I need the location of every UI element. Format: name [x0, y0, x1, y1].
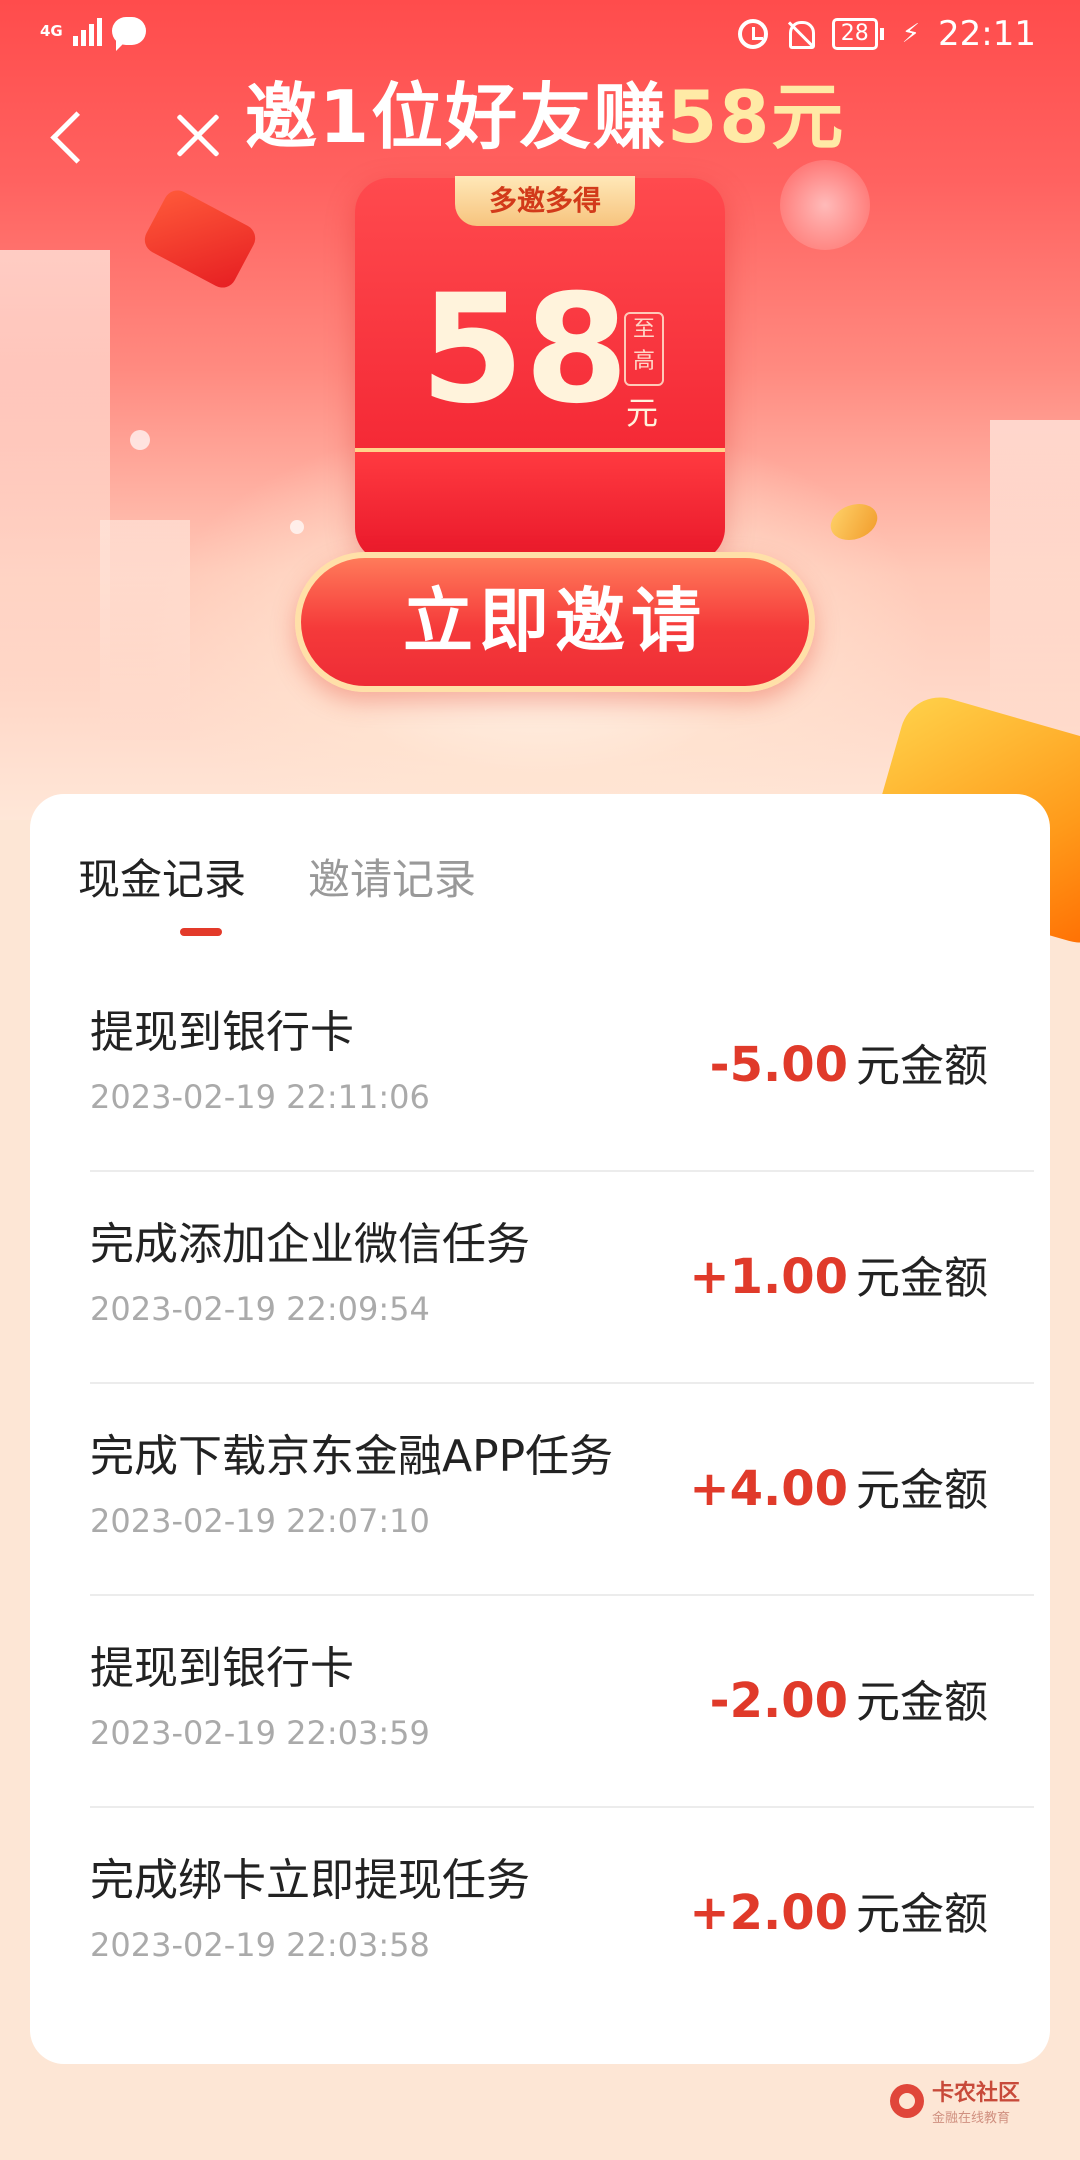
envelope-amount: 58 [420, 263, 629, 437]
record-row: 完成下载京东金融APP任务 2023-02-19 22:07:10 +4.00 元… [90, 1384, 1034, 1596]
network-type: 4G [40, 21, 63, 40]
record-row: 提现到银行卡 2023-02-19 22:03:59 -2.00 元金额 [90, 1596, 1034, 1808]
record-amount: -5.00 元金额 [710, 1030, 988, 1094]
watermark-sub: 金融在线教育 [931, 2111, 1010, 2126]
title-prefix: 邀1位好友赚 [245, 75, 668, 159]
record-amount: +4.00 元金额 [689, 1454, 988, 1518]
record-amount-unit: 元金额 [856, 1889, 988, 1940]
invite-now-button[interactable]: 立即邀请 [295, 552, 815, 692]
signal-icon [72, 16, 102, 46]
background-building [100, 520, 190, 740]
envelope-unit: 元 [626, 394, 659, 432]
close-button[interactable] [170, 108, 226, 164]
envelope-prefix: 至高 [624, 312, 664, 386]
envelope-tag: 多邀多得 [455, 176, 635, 226]
envelope-flap [355, 448, 725, 562]
record-amount-unit: 元金额 [856, 1677, 988, 1728]
clock-time: 22:11 [938, 14, 1036, 54]
watermark: 卡农社区 金融在线教育 [889, 2075, 1020, 2126]
record-amount: +1.00 元金额 [689, 1242, 988, 1306]
record-title: 提现到银行卡 [90, 1007, 354, 1058]
community-logo-icon [889, 2083, 924, 2118]
record-amount: +2.00 元金额 [689, 1878, 988, 1942]
firework-decoration [780, 160, 870, 250]
active-tab-indicator [180, 928, 222, 936]
record-amount-unit: 元金额 [856, 1041, 988, 1092]
record-time: 2023-02-19 22:09:54 [90, 1290, 430, 1328]
record-time: 2023-02-19 22:07:10 [90, 1502, 430, 1540]
tab-invite-records[interactable]: 邀请记录 [308, 846, 476, 907]
background-building [0, 250, 110, 690]
battery-level: 28 [831, 18, 878, 50]
record-amount-unit: 元金额 [856, 1253, 988, 1304]
tab-cash-records[interactable]: 现金记录 [78, 846, 246, 907]
record-amount-value: -5.00 [709, 1037, 848, 1093]
record-time: 2023-02-19 22:03:58 [90, 1926, 430, 1964]
record-time: 2023-02-19 22:11:06 [90, 1078, 430, 1116]
record-row: 提现到银行卡 2023-02-19 22:11:06 -5.00 元金额 [90, 960, 1034, 1172]
watermark-main: 卡农社区 [931, 2081, 1020, 2106]
record-amount-value: -2.00 [709, 1673, 848, 1729]
background-building [990, 420, 1080, 740]
flying-red-envelope [139, 185, 261, 293]
record-amount-unit: 元金额 [856, 1465, 988, 1516]
record-title: 提现到银行卡 [90, 1643, 354, 1694]
record-title: 完成下载京东金融APP任务 [90, 1431, 614, 1482]
page-title: 邀1位好友赚58元 [245, 58, 845, 163]
alarm-icon [737, 19, 768, 49]
record-title: 完成绑卡立即提现任务 [90, 1855, 530, 1906]
sparkle-decoration [290, 520, 304, 534]
record-row: 完成添加企业微信任务 2023-02-19 22:09:54 +1.00 元金额 [90, 1172, 1034, 1384]
record-tabs: 现金记录 邀请记录 [78, 846, 476, 907]
charging-icon: ⚡ [901, 19, 921, 49]
title-amount: 58元 [667, 75, 846, 159]
records-list: 提现到银行卡 2023-02-19 22:11:06 -5.00 元金额 完成添加… [90, 960, 1034, 2018]
record-amount-value: +1.00 [689, 1249, 848, 1305]
mute-icon [786, 19, 815, 49]
record-amount-value: +4.00 [689, 1461, 848, 1517]
record-amount-value: +2.00 [689, 1885, 848, 1941]
message-notification-icon [111, 17, 146, 51]
record-amount: -2.00 元金额 [710, 1666, 988, 1730]
back-button[interactable] [40, 105, 100, 175]
record-time: 2023-02-19 22:03:59 [90, 1714, 430, 1752]
battery-icon: 28 [831, 18, 884, 50]
sparkle-decoration [130, 430, 150, 450]
gold-coin-decoration [825, 497, 883, 547]
record-row: 完成绑卡立即提现任务 2023-02-19 22:03:58 +2.00 元金额 [90, 1808, 1034, 2018]
record-title: 完成添加企业微信任务 [90, 1219, 530, 1270]
